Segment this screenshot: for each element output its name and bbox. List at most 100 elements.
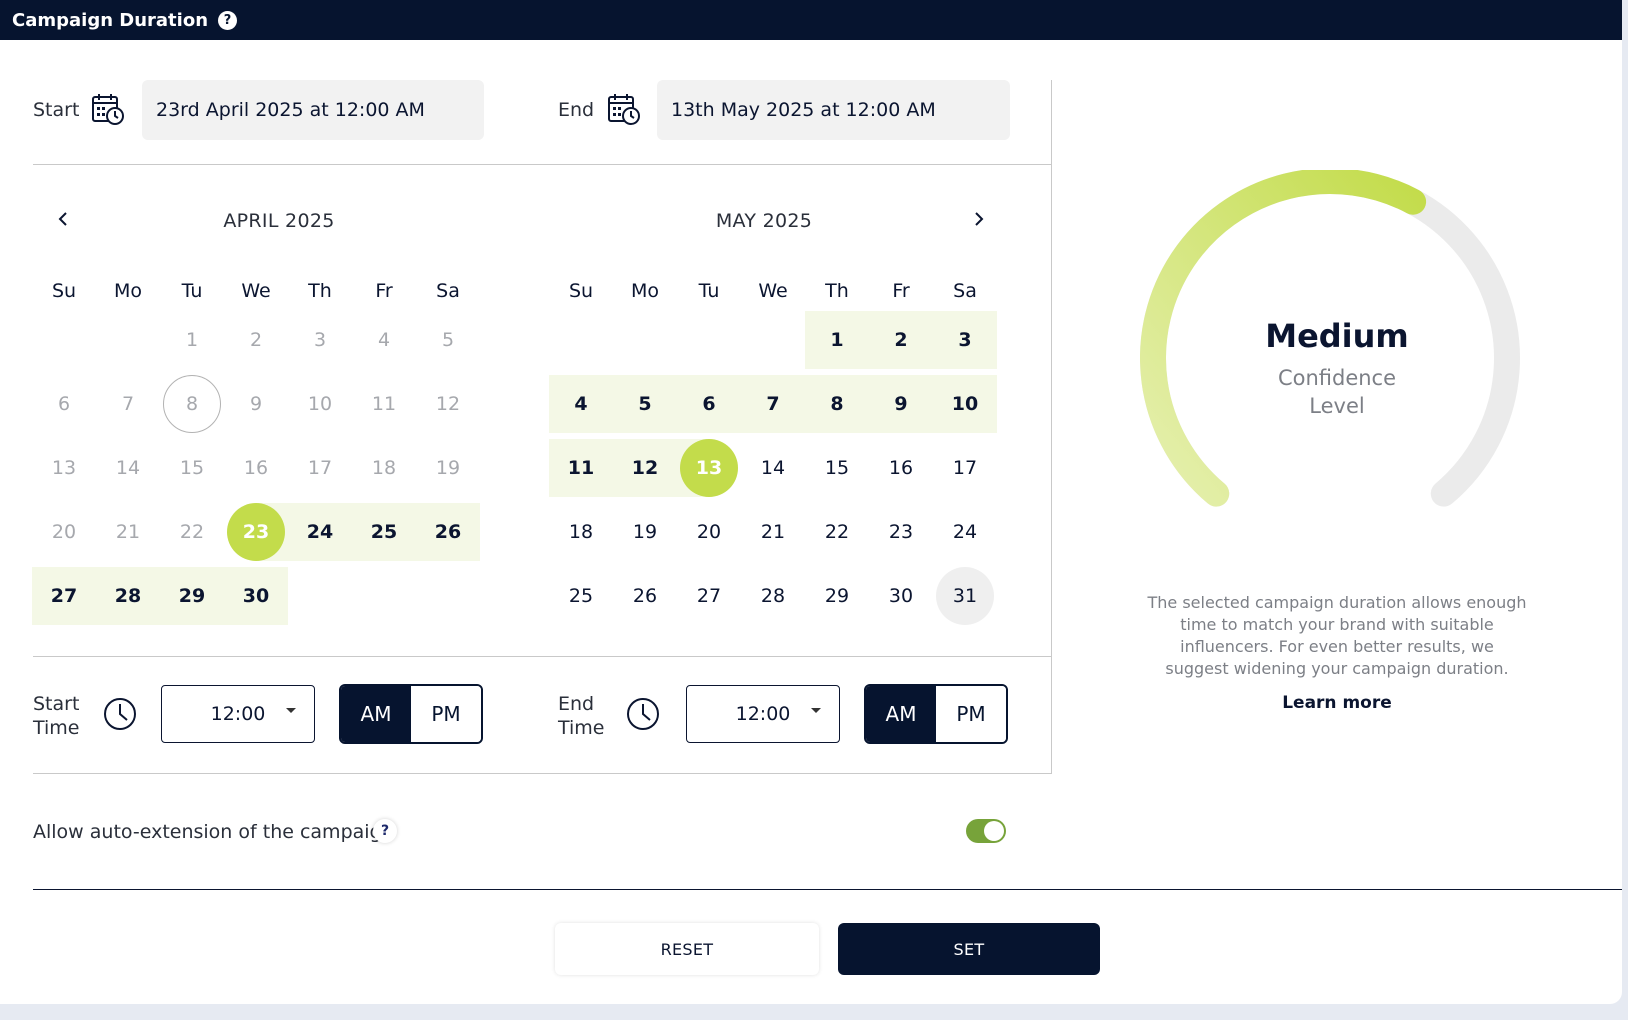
calendar-day[interactable]: 23: [227, 503, 285, 561]
calendar-day[interactable]: 17: [291, 439, 349, 497]
calendar-day[interactable]: 28: [99, 567, 157, 625]
calendar-day[interactable]: 14: [99, 439, 157, 497]
prev-month-button[interactable]: [49, 205, 77, 233]
learn-more-link[interactable]: Learn more: [1237, 693, 1437, 713]
weekday-header: Th: [308, 280, 332, 302]
calendar-day[interactable]: 1: [163, 311, 221, 369]
start-time-label-line1: Start: [33, 693, 80, 715]
calendar-day[interactable]: 3: [291, 311, 349, 369]
auto-extension-label: Allow auto-extension of the campaign: [33, 821, 394, 843]
calendar-clock-icon[interactable]: [91, 92, 125, 126]
calendar-day[interactable]: 4: [552, 375, 610, 433]
start-date-field[interactable]: 23rd April 2025 at 12:00 AM: [142, 80, 484, 140]
calendar-day[interactable]: 4: [355, 311, 413, 369]
calendar-day[interactable]: 8: [808, 375, 866, 433]
calendar-day[interactable]: 13: [35, 439, 93, 497]
calendar-day[interactable]: 16: [227, 439, 285, 497]
calendar-day[interactable]: 27: [35, 567, 93, 625]
calendar-day[interactable]: 5: [419, 311, 477, 369]
calendar-day[interactable]: 22: [163, 503, 221, 561]
calendar-day[interactable]: 2: [227, 311, 285, 369]
calendar-day[interactable]: 18: [552, 503, 610, 561]
calendar-day[interactable]: 25: [552, 567, 610, 625]
calendar-day[interactable]: 26: [616, 567, 674, 625]
calendar-day[interactable]: 28: [744, 567, 802, 625]
calendar-day[interactable]: 10: [936, 375, 994, 433]
calendar-day[interactable]: 12: [616, 439, 674, 497]
end-date-field[interactable]: 13th May 2025 at 12:00 AM: [657, 80, 1010, 140]
calendar-day[interactable]: 31: [936, 567, 994, 625]
end-time-select[interactable]: 12:00: [686, 685, 840, 743]
weekday-header: Mo: [630, 280, 660, 302]
calendar-day[interactable]: 10: [291, 375, 349, 433]
calendar-day[interactable]: 11: [552, 439, 610, 497]
calendar-day[interactable]: 1: [808, 311, 866, 369]
calendar-day[interactable]: 15: [163, 439, 221, 497]
weekday-header: Tu: [181, 280, 203, 302]
calendar-day[interactable]: 7: [99, 375, 157, 433]
end-pm-button[interactable]: PM: [936, 686, 1006, 742]
next-month-button[interactable]: [965, 205, 993, 233]
help-icon[interactable]: ?: [218, 10, 238, 30]
calendar-day[interactable]: 26: [419, 503, 477, 561]
calendar-day[interactable]: 29: [808, 567, 866, 625]
clock-icon: [104, 698, 136, 730]
end-label: End: [558, 99, 595, 121]
reset-button[interactable]: RESET: [555, 923, 819, 975]
start-time-label-line2: Time: [33, 717, 80, 739]
weekday-header: Sa: [436, 280, 460, 302]
calendar-day[interactable]: 2: [872, 311, 930, 369]
calendar-day[interactable]: 16: [872, 439, 930, 497]
calendar-day[interactable]: 6: [680, 375, 738, 433]
chevron-left-icon: [58, 212, 67, 226]
weekday-header: Fr: [892, 280, 910, 302]
calendar-day[interactable]: 12: [419, 375, 477, 433]
calendar-day[interactable]: 14: [744, 439, 802, 497]
calendar-day[interactable]: 19: [419, 439, 477, 497]
weekday-header: We: [241, 280, 271, 302]
calendar-day[interactable]: 25: [355, 503, 413, 561]
calendar-day[interactable]: 23: [872, 503, 930, 561]
calendar-clock-icon[interactable]: [607, 92, 641, 126]
calendar-day[interactable]: 19: [616, 503, 674, 561]
start-am-button[interactable]: AM: [341, 686, 411, 742]
start-time-select[interactable]: 12:00: [161, 685, 315, 743]
start-pm-button[interactable]: PM: [411, 686, 481, 742]
calendar-day[interactable]: 21: [744, 503, 802, 561]
divider: [33, 889, 1622, 890]
confidence-description: The selected campaign duration allows en…: [1147, 593, 1527, 678]
calendar-day[interactable]: 5: [616, 375, 674, 433]
weekday-header: Th: [825, 280, 849, 302]
auto-extension-toggle[interactable]: [966, 819, 1006, 843]
confidence-subtitle-line1: Confidence: [1277, 366, 1397, 390]
calendar-day[interactable]: 20: [35, 503, 93, 561]
calendar-day[interactable]: 27: [680, 567, 738, 625]
calendar-day[interactable]: 18: [355, 439, 413, 497]
caret-down-icon: [286, 708, 296, 713]
calendar-day[interactable]: 8: [163, 375, 221, 433]
calendar-day[interactable]: 3: [936, 311, 994, 369]
calendar-day[interactable]: 7: [744, 375, 802, 433]
calendar-day[interactable]: 21: [99, 503, 157, 561]
calendar-day[interactable]: 30: [227, 567, 285, 625]
confidence-level-value: Medium: [1265, 317, 1409, 355]
calendar-day[interactable]: 29: [163, 567, 221, 625]
calendar-day[interactable]: 15: [808, 439, 866, 497]
weekday-header: Sa: [953, 280, 977, 302]
calendar-day[interactable]: 13: [680, 439, 738, 497]
calendar-day[interactable]: 24: [291, 503, 349, 561]
calendar-day[interactable]: 6: [35, 375, 93, 433]
end-time-label-line1: End: [558, 693, 595, 715]
end-am-button[interactable]: AM: [866, 686, 936, 742]
auto-extension-help-icon[interactable]: ?: [373, 819, 397, 843]
calendar-day[interactable]: 9: [227, 375, 285, 433]
chevron-right-icon: [975, 212, 984, 226]
calendar-day[interactable]: 30: [872, 567, 930, 625]
calendar-day[interactable]: 24: [936, 503, 994, 561]
calendar-day[interactable]: 9: [872, 375, 930, 433]
set-button[interactable]: SET: [838, 923, 1100, 975]
calendar-day[interactable]: 20: [680, 503, 738, 561]
calendar-day[interactable]: 22: [808, 503, 866, 561]
calendar-day[interactable]: 11: [355, 375, 413, 433]
calendar-day[interactable]: 17: [936, 439, 994, 497]
